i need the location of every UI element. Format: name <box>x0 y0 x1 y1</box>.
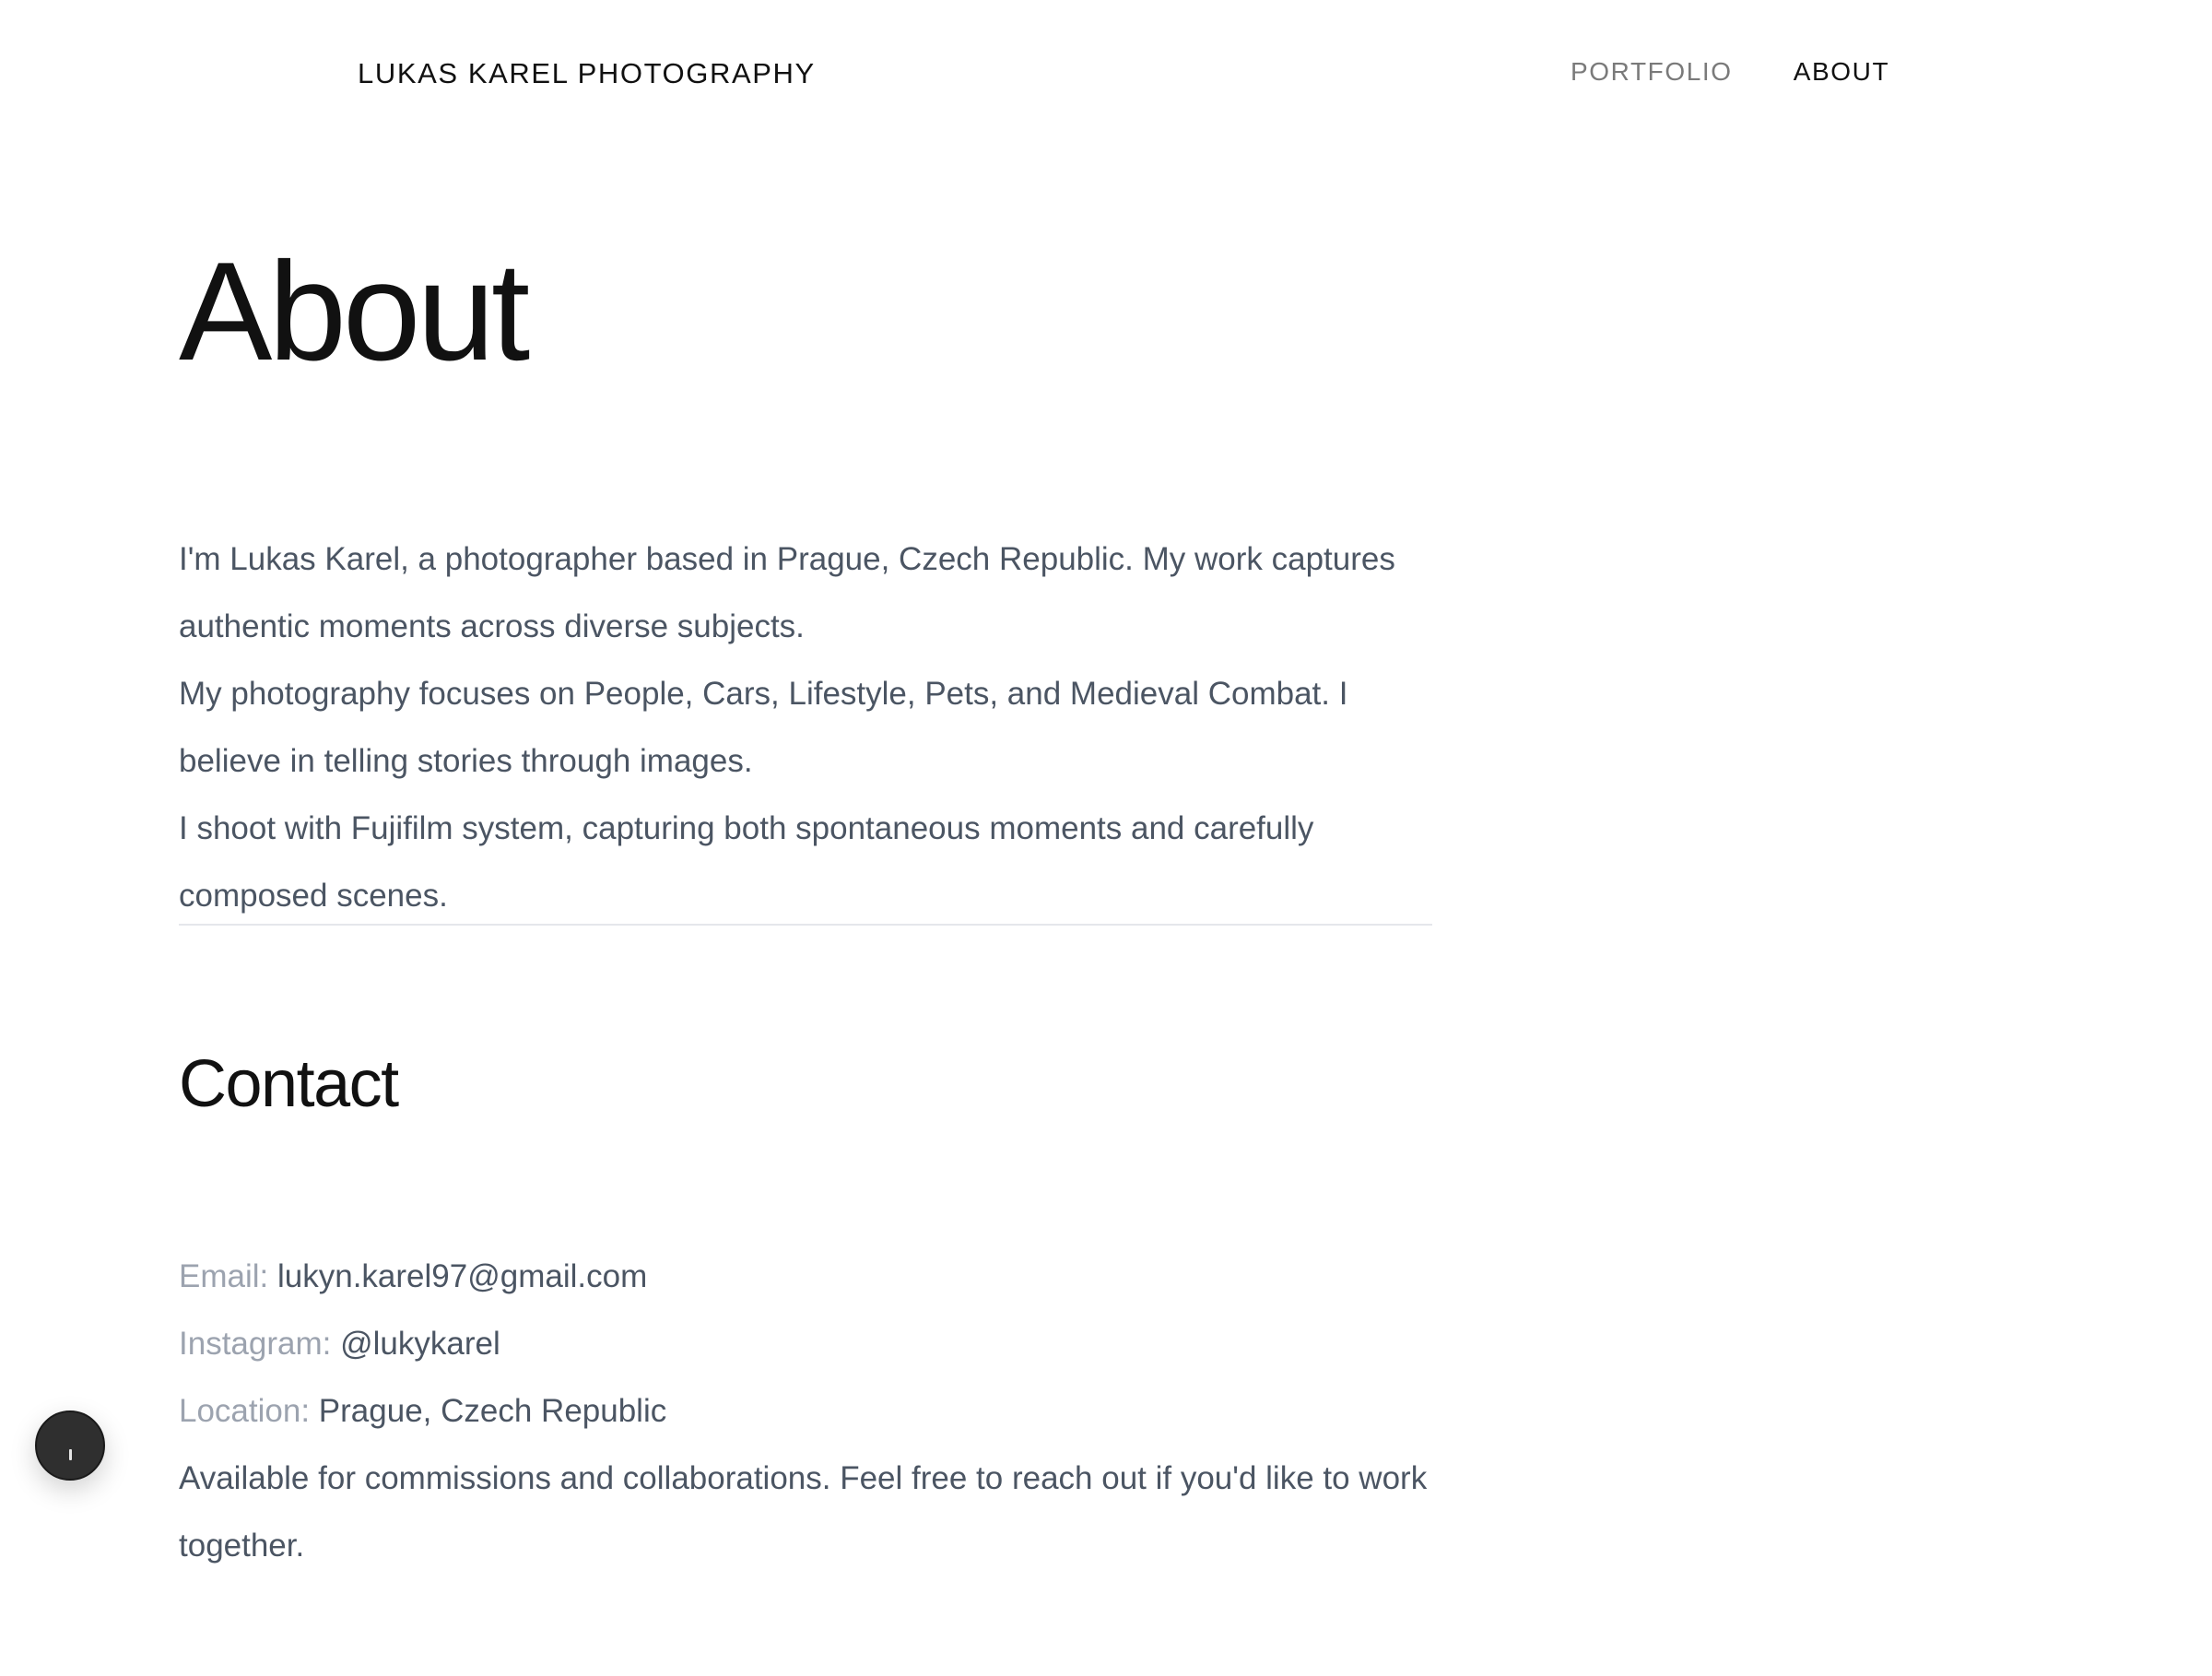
contact-section: Email: lukyn.karel97@gmail.com Instagram… <box>179 1243 1432 1579</box>
section-divider <box>179 924 1432 926</box>
site-title-link[interactable]: LUKAS KAREL PHOTOGRAPHY <box>358 57 816 90</box>
dark-circle-button-icon <box>69 1449 72 1460</box>
nav-item-portfolio[interactable]: PORTFOLIO <box>1571 57 1733 87</box>
floating-action-button[interactable] <box>35 1410 105 1481</box>
site-header: LUKAS KAREL PHOTOGRAPHY PORTFOLIO ABOUT <box>0 0 2212 149</box>
about-paragraph: My photography focuses on People, Cars, … <box>179 676 1348 779</box>
nav-item-about[interactable]: ABOUT <box>1794 57 1889 87</box>
availability-text: Available for commissions and collaborat… <box>179 1460 1428 1564</box>
email-link[interactable]: lukyn.karel97@gmail.com <box>277 1258 647 1294</box>
about-section: I'm Lukas Karel, a photographer based in… <box>179 525 1432 929</box>
contact-instagram-row: Instagram: @lukykarel <box>179 1310 1432 1377</box>
instagram-label: Instagram: <box>179 1326 332 1362</box>
about-paragraph: I shoot with Fujifilm system, capturing … <box>179 810 1314 914</box>
location-value: Prague, Czech Republic <box>318 1393 667 1429</box>
email-label: Email: <box>179 1258 269 1294</box>
location-label: Location: <box>179 1393 311 1429</box>
contact-title: Contact <box>179 1047 399 1121</box>
contact-email-row: Email: lukyn.karel97@gmail.com <box>179 1243 1432 1310</box>
contact-location-row: Location: Prague, Czech Republic <box>179 1377 1432 1445</box>
page-title: About <box>179 233 530 390</box>
about-paragraph: I'm Lukas Karel, a photographer based in… <box>179 541 1395 644</box>
main-nav: PORTFOLIO ABOUT <box>1571 57 1889 87</box>
instagram-link[interactable]: @lukykarel <box>340 1326 500 1362</box>
